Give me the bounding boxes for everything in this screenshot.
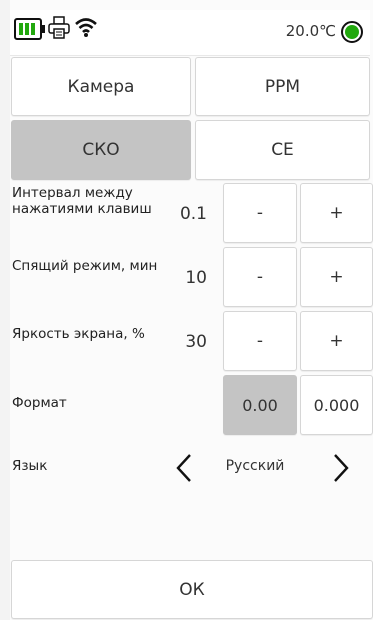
status-bar: 20.0℃	[10, 10, 370, 56]
temperature-readout: 20.0℃	[285, 22, 336, 40]
ok-button[interactable]: ОК	[11, 560, 373, 619]
tab-ce[interactable]: СЕ	[195, 120, 370, 180]
status-led-icon	[340, 20, 364, 48]
tab-camera[interactable]: Камера	[11, 57, 191, 116]
language-label: Язык	[12, 458, 48, 474]
format-option-2-decimals[interactable]: 0.00	[223, 375, 297, 435]
language-value: Русский	[225, 458, 285, 474]
tab-ppm-label: PPM	[264, 76, 301, 97]
format-option-3-decimals[interactable]: 0.000	[300, 375, 373, 435]
plus-label: +	[329, 203, 344, 223]
interval-label: Интервал между нажатиями клавиш	[12, 185, 152, 217]
plus-label: +	[329, 267, 344, 287]
sleep-value: 10	[185, 268, 207, 288]
screen-edge	[0, 0, 10, 620]
minus-label: -	[256, 267, 264, 287]
minus-label: -	[256, 331, 264, 351]
format-label: Формат	[12, 395, 67, 411]
sleep-label: Спящий режим, мин	[12, 258, 158, 274]
chevron-right-icon[interactable]	[331, 453, 351, 487]
ok-label: ОК	[179, 579, 205, 600]
brightness-plus-button[interactable]: +	[300, 311, 373, 371]
device-screen: 20.0℃ Камера PPM СКО СЕ Интервал между н…	[0, 0, 373, 620]
interval-plus-button[interactable]: +	[300, 183, 373, 243]
interval-minus-button[interactable]: -	[223, 183, 297, 243]
printer-icon	[48, 16, 70, 44]
brightness-minus-button[interactable]: -	[223, 311, 297, 371]
sleep-plus-button[interactable]: +	[300, 247, 373, 307]
tab-ppm[interactable]: PPM	[195, 57, 370, 116]
format-option-label: 0.000	[313, 395, 360, 415]
tab-sko-label: СКО	[82, 140, 120, 160]
plus-label: +	[329, 331, 344, 351]
tab-ce-label: СЕ	[271, 140, 294, 160]
minus-label: -	[256, 203, 264, 223]
chevron-left-icon[interactable]	[174, 453, 194, 487]
format-option-label: 0.00	[242, 395, 278, 415]
sleep-minus-button[interactable]: -	[223, 247, 297, 307]
brightness-value: 30	[185, 332, 207, 352]
tab-camera-label: Камера	[67, 76, 135, 97]
tab-sko[interactable]: СКО	[11, 120, 191, 180]
wifi-icon	[74, 16, 98, 42]
battery-icon	[14, 18, 46, 44]
interval-value: 0.1	[179, 204, 207, 224]
brightness-label: Яркость экрана, %	[12, 326, 145, 342]
